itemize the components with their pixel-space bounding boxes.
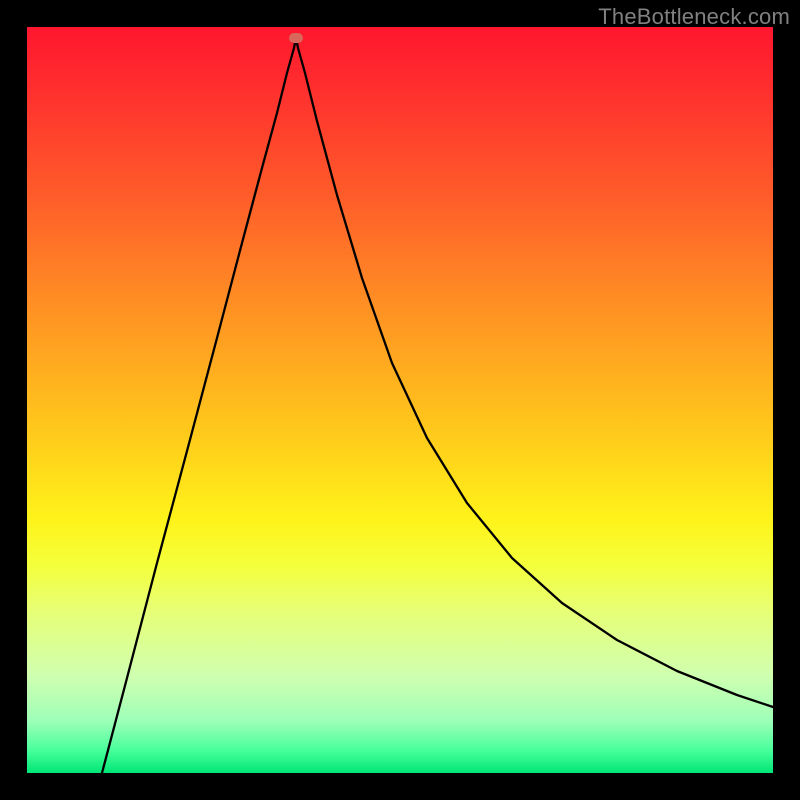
chart-frame: TheBottleneck.com [0, 0, 800, 800]
watermark-text: TheBottleneck.com [598, 4, 790, 30]
minimum-marker-dot [289, 33, 303, 43]
plot-area [27, 27, 773, 773]
bottleneck-curve [27, 27, 773, 773]
